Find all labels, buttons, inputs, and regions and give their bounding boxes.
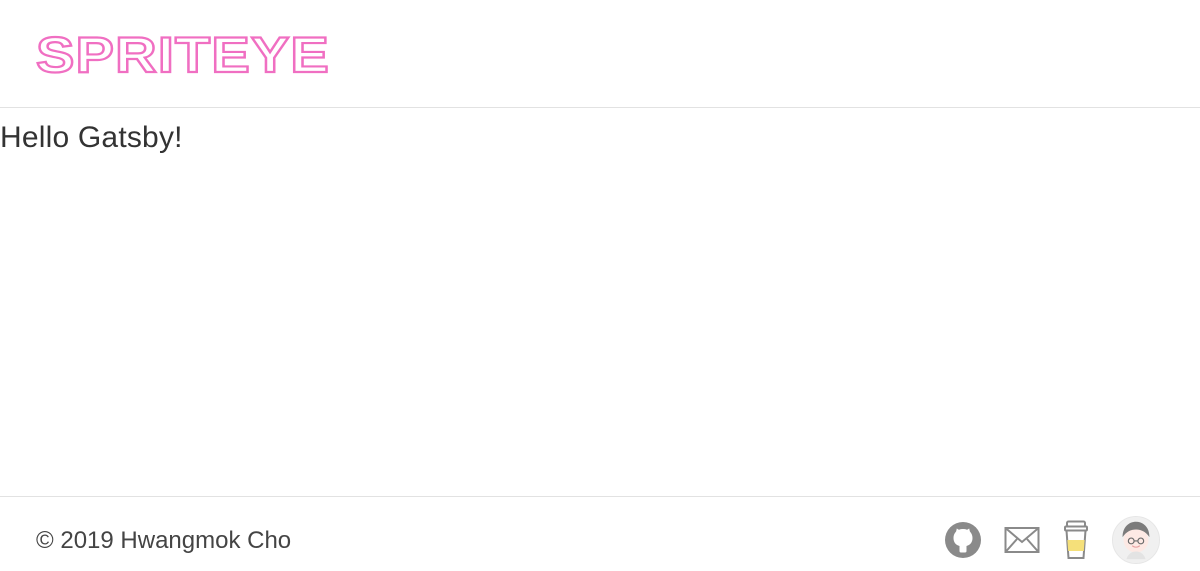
site-footer: © 2019 Hwangmok Cho <box>0 496 1200 571</box>
site-logo[interactable]: SPRITEYE SPRITEYE <box>34 28 334 80</box>
mail-link[interactable] <box>1004 526 1040 554</box>
coffee-link[interactable] <box>1062 520 1090 560</box>
avatar-image <box>1113 517 1159 563</box>
greeting-text: Hello Gatsby! <box>0 121 183 154</box>
github-link[interactable] <box>944 521 982 559</box>
copyright-text: © 2019 Hwangmok Cho <box>36 527 292 554</box>
page: SPRITEYE SPRITEYE Hello Gatsby! © 2019 H… <box>0 0 1200 571</box>
footer-icons <box>944 516 1160 564</box>
mail-icon <box>1004 527 1040 553</box>
main-content: Hello Gatsby! <box>0 109 1200 496</box>
github-icon <box>945 522 981 558</box>
site-header: SPRITEYE SPRITEYE <box>0 0 1200 108</box>
logo-inner-stripe: SPRITEYE <box>36 28 330 80</box>
avatar[interactable] <box>1112 516 1160 564</box>
coffee-cup-icon <box>1064 520 1088 559</box>
